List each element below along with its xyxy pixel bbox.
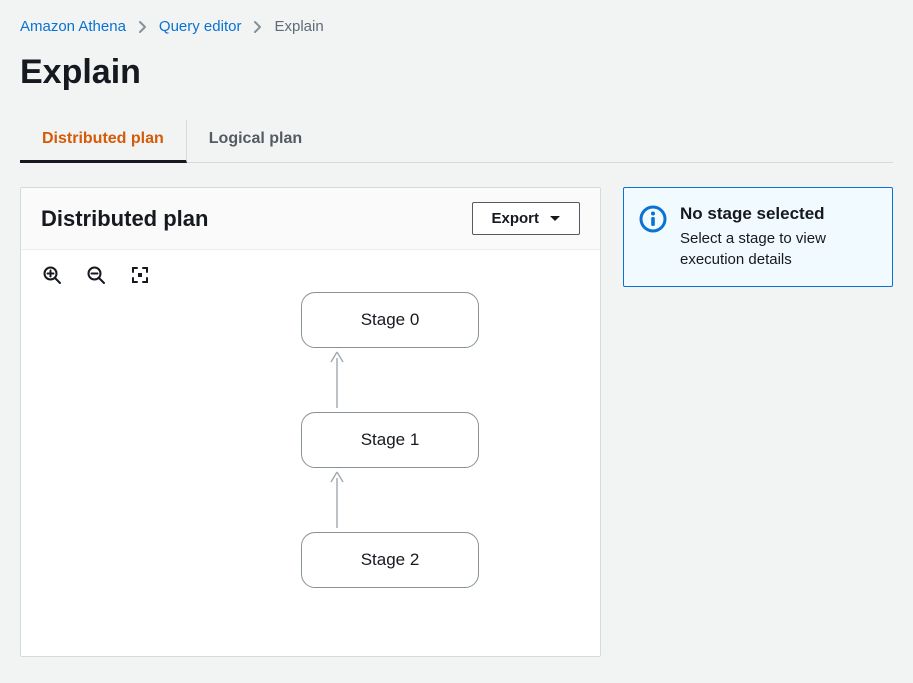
info-icon xyxy=(638,204,668,239)
graph-toolbar xyxy=(21,250,600,286)
stage-label: Stage 0 xyxy=(361,310,420,330)
arrow-up-icon xyxy=(327,470,347,535)
zoom-out-button[interactable] xyxy=(85,264,107,286)
stage-node-1[interactable]: Stage 1 xyxy=(301,412,479,468)
stage-node-0[interactable]: Stage 0 xyxy=(301,292,479,348)
plan-graph[interactable]: Stage 0 Stage 1 Stage 2 xyxy=(21,286,600,656)
info-panel: No stage selected Select a stage to view… xyxy=(623,187,893,287)
distributed-plan-panel: Distributed plan Export Stage 0 xyxy=(20,187,601,657)
stage-node-2[interactable]: Stage 2 xyxy=(301,532,479,588)
export-button[interactable]: Export xyxy=(472,202,580,235)
info-text: No stage selected Select a stage to view… xyxy=(680,204,876,270)
tab-logical-plan[interactable]: Logical plan xyxy=(187,120,324,162)
stage-label: Stage 1 xyxy=(361,430,420,450)
caret-down-icon xyxy=(549,210,561,227)
fit-screen-button[interactable] xyxy=(129,264,151,286)
breadcrumb-link-query-editor[interactable]: Query editor xyxy=(159,18,242,35)
panel-heading: Distributed plan xyxy=(41,206,208,232)
breadcrumb-link-athena[interactable]: Amazon Athena xyxy=(20,18,126,35)
panel-header: Distributed plan Export xyxy=(21,188,600,250)
export-button-label: Export xyxy=(491,210,539,227)
zoom-in-button[interactable] xyxy=(41,264,63,286)
page-title: Explain xyxy=(20,53,893,92)
chevron-right-icon xyxy=(138,20,147,34)
info-title: No stage selected xyxy=(680,204,876,224)
chevron-right-icon xyxy=(253,20,262,34)
tab-distributed-plan[interactable]: Distributed plan xyxy=(20,120,187,163)
tabs: Distributed plan Logical plan xyxy=(20,120,893,163)
arrow-up-icon xyxy=(327,350,347,415)
info-description: Select a stage to view execution details xyxy=(680,228,876,270)
breadcrumb-current: Explain xyxy=(274,18,323,35)
stage-label: Stage 2 xyxy=(361,550,420,570)
breadcrumb: Amazon Athena Query editor Explain xyxy=(20,18,893,35)
